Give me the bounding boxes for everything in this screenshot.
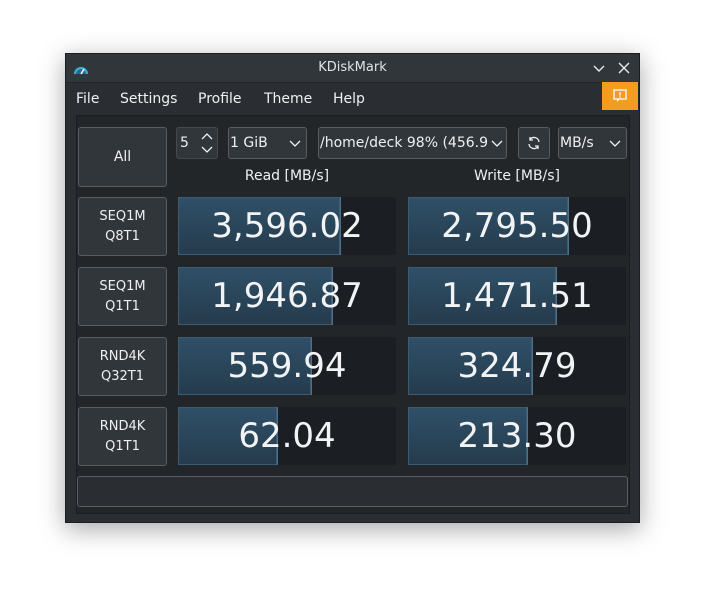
read-result-bar: 1,946.87	[178, 267, 396, 325]
all-button-label: All	[113, 149, 132, 165]
test-button[interactable]: SEQ1M Q1T1	[78, 267, 167, 326]
size-combo[interactable]: 1 GiB	[228, 127, 307, 159]
read-value: 3,596.02	[211, 206, 363, 246]
read-result-bar: 3,596.02	[178, 197, 396, 255]
test-name: RND4K	[99, 348, 146, 364]
test-params: Q1T1	[105, 298, 140, 314]
notification-icon	[613, 89, 627, 102]
size-value: 1 GiB	[230, 135, 268, 151]
menu-settings[interactable]: Settings	[120, 91, 177, 107]
menu-profile[interactable]: Profile	[198, 91, 242, 107]
all-button[interactable]: All	[78, 127, 167, 187]
chevron-down-icon	[491, 140, 503, 147]
chevron-down-icon	[609, 140, 621, 147]
read-result-bar: 62.04	[178, 407, 396, 465]
test-params: Q1T1	[105, 438, 140, 454]
test-name: SEQ1M	[99, 278, 146, 294]
write-value: 2,795.50	[441, 206, 593, 246]
chevron-down-icon	[289, 140, 301, 147]
chevron-down-icon	[593, 65, 605, 72]
write-result-bar: 1,471.51	[408, 267, 626, 325]
write-result-bar: 2,795.50	[408, 197, 626, 255]
test-button[interactable]: RND4K Q32T1	[78, 337, 167, 396]
menu-theme[interactable]: Theme	[264, 91, 312, 107]
write-value: 324.79	[457, 346, 577, 386]
read-result-bar: 559.94	[178, 337, 396, 395]
write-value: 213.30	[457, 416, 577, 456]
test-name: SEQ1M	[99, 208, 146, 224]
test-params: Q8T1	[105, 228, 140, 244]
unit-combo[interactable]: MB/s	[558, 127, 627, 159]
runs-value: 5	[180, 135, 189, 151]
notification-button[interactable]	[602, 82, 638, 110]
unit-value: MB/s	[560, 135, 594, 151]
runs-spinbox[interactable]: 5	[176, 127, 218, 159]
title-bar: KDiskMark	[66, 54, 639, 83]
spin-arrows-icon[interactable]	[200, 130, 214, 156]
write-result-bar: 324.79	[408, 337, 626, 395]
minimize-button[interactable]	[590, 59, 608, 77]
target-value: /home/deck 98% (456.97 GiB)	[320, 135, 488, 151]
read-value: 1,946.87	[211, 276, 363, 316]
write-result-bar: 213.30	[408, 407, 626, 465]
window-title: KDiskMark	[318, 60, 387, 75]
main-panel: All 5 1 GiB /home/deck 98% (456.97 GiB)	[76, 115, 630, 514]
refresh-button[interactable]	[518, 127, 550, 159]
read-value: 62.04	[238, 416, 336, 456]
refresh-icon	[528, 136, 540, 150]
close-button[interactable]	[615, 59, 633, 77]
progress-bar	[77, 476, 628, 507]
test-name: RND4K	[99, 418, 146, 434]
kdiskmark-window: KDiskMark File Settings Profile Theme He…	[65, 53, 640, 523]
menu-file[interactable]: File	[76, 91, 99, 107]
test-button[interactable]: SEQ1M Q8T1	[78, 197, 167, 256]
write-header: Write [MB/s]	[473, 168, 561, 184]
read-header: Read [MB/s]	[244, 168, 330, 184]
target-combo[interactable]: /home/deck 98% (456.97 GiB)	[318, 127, 507, 159]
menu-bar: File Settings Profile Theme Help	[66, 83, 639, 113]
read-value: 559.94	[227, 346, 347, 386]
test-params: Q32T1	[101, 368, 144, 384]
test-button[interactable]: RND4K Q1T1	[78, 407, 167, 466]
close-icon	[618, 62, 630, 74]
menu-help[interactable]: Help	[333, 91, 365, 107]
write-value: 1,471.51	[441, 276, 593, 316]
